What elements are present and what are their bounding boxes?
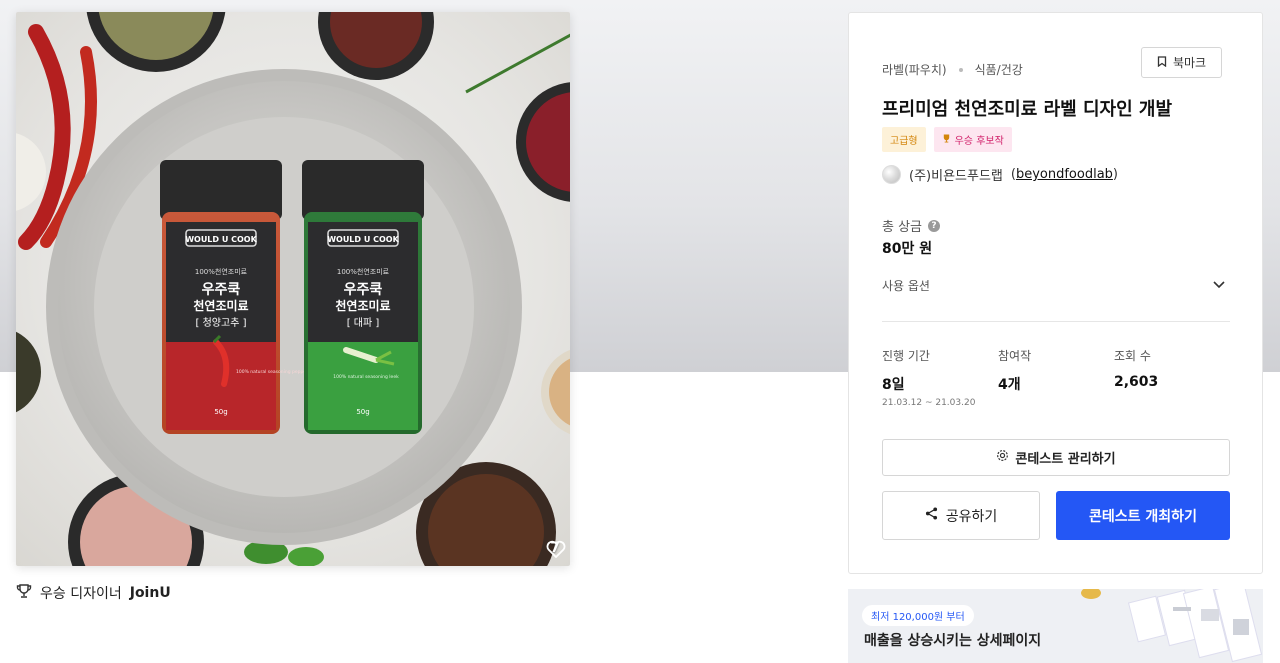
- tier-badge: 고급형: [882, 127, 926, 152]
- winner-name[interactable]: JoinU: [130, 585, 171, 601]
- like-button[interactable]: 7: [546, 540, 566, 558]
- left-jar-weight: 50g: [214, 408, 227, 416]
- subcategory-label[interactable]: 식품/건강: [975, 61, 1023, 78]
- chevron-down-icon[interactable]: [1211, 276, 1227, 292]
- share-label: 공유하기: [945, 508, 998, 525]
- avatar: [882, 165, 901, 184]
- left-jar-tagline: 100%천연조미료: [195, 267, 248, 276]
- trophy-icon: [942, 133, 951, 146]
- left-jar-sub: 100% natural seasoning pepper: [236, 369, 308, 375]
- bookmark-label: 북마크: [1172, 56, 1207, 70]
- left-jar-brand: WOULD U COOK: [185, 235, 257, 244]
- stat-views: 조회 수 2,603: [1114, 347, 1158, 390]
- left-jar-name2: 천연조미료: [193, 298, 248, 313]
- award-badge: 우승 후보작: [933, 127, 1012, 152]
- stat-entries: 참여작 4개: [998, 347, 1031, 394]
- host-name: (주)비욘드푸드랩: [909, 169, 1003, 184]
- promo-text: 매출을 상승시키는 상세페이지: [864, 633, 1042, 649]
- winner-designer: 우승 디자이너 JoinU: [16, 583, 171, 603]
- badge-group: 고급형 우승 후보작: [882, 127, 1012, 152]
- help-icon[interactable]: ?: [928, 219, 941, 232]
- stat-label: 조회 수: [1114, 349, 1151, 363]
- contest-info-card: 라벨(파우치) 식품/건강 북마크 프리미엄 천연조미료 라벨 디자인 개발 고…: [848, 12, 1263, 574]
- promo-banner[interactable]: 최저 120,000원 부터 매출을 상승시키는 상세페이지: [848, 589, 1263, 663]
- product-photo: WOULD U COOK 100%천연조미료 우주쿡 천연조미료 [ 청양고추 …: [16, 12, 570, 566]
- right-jar-variant: [ 대파 ]: [347, 317, 380, 329]
- award-badge-label: 우승 후보작: [954, 136, 1004, 147]
- winner-label: 우승 디자이너: [40, 586, 122, 602]
- share-button[interactable]: 공유하기: [882, 491, 1040, 540]
- prize-label-row: 총 상금 ?: [882, 216, 941, 235]
- breadcrumb: 라벨(파우치) 식품/건강: [882, 61, 1023, 78]
- manage-contest-button[interactable]: 콘테스트 관리하기: [882, 439, 1230, 476]
- right-jar-weight: 50g: [356, 408, 369, 416]
- left-jar-variant: [ 청양고추 ]: [196, 317, 247, 329]
- stat-label: 진행 기간: [882, 349, 930, 363]
- stat-date-range: 21.03.12 ~ 21.03.20: [882, 398, 976, 408]
- manage-contest-label: 콘테스트 관리하기: [1015, 452, 1116, 467]
- stat-value: 4개: [998, 377, 1021, 393]
- stat-value: 8일: [882, 377, 905, 393]
- left-jar-name1: 우주쿡: [202, 282, 241, 298]
- right-jar-name1: 우주쿡: [344, 282, 383, 298]
- right-jar-name2: 천연조미료: [335, 298, 390, 313]
- promo-price-pill: 최저 120,000원 부터: [862, 605, 974, 626]
- breadcrumb-separator: [958, 67, 963, 72]
- host-id-link[interactable]: beyondfoodlab: [1016, 167, 1113, 182]
- stat-label: 참여작: [998, 349, 1032, 363]
- stat-duration: 진행 기간 8일 21.03.12 ~ 21.03.20: [882, 347, 975, 408]
- right-jar-tagline: 100%천연조미료: [337, 267, 390, 276]
- contest-title: 프리미엄 천연조미료 라벨 디자인 개발: [882, 99, 1173, 120]
- bookmark-icon: [1157, 55, 1167, 70]
- trophy-icon: [16, 583, 32, 603]
- stat-value: 2,603: [1114, 374, 1159, 390]
- contest-image[interactable]: WOULD U COOK 100%천연조미료 우주쿡 천연조미료 [ 청양고추 …: [16, 12, 570, 566]
- category-label[interactable]: 라벨(파우치): [882, 61, 947, 78]
- bookmark-button[interactable]: 북마크: [1141, 47, 1222, 78]
- gear-icon: [996, 449, 1009, 466]
- host-contest-button[interactable]: 콘테스트 개최하기: [1056, 491, 1230, 540]
- right-jar-sub: 100% natural seasoning leek: [333, 374, 399, 380]
- divider: [882, 321, 1230, 322]
- usage-option-label[interactable]: 사용 옵션: [882, 277, 930, 294]
- prize-label: 총 상금: [882, 220, 923, 235]
- prize-value: 80만 원: [882, 241, 933, 257]
- right-jar-brand: WOULD U COOK: [327, 235, 399, 244]
- promo-illustration: [1081, 589, 1263, 663]
- share-icon: [925, 507, 938, 524]
- host-info: (주)비욘드푸드랩 (beyondfoodlab): [882, 165, 1118, 184]
- host-id-wrapper: (beyondfoodlab): [1010, 167, 1118, 182]
